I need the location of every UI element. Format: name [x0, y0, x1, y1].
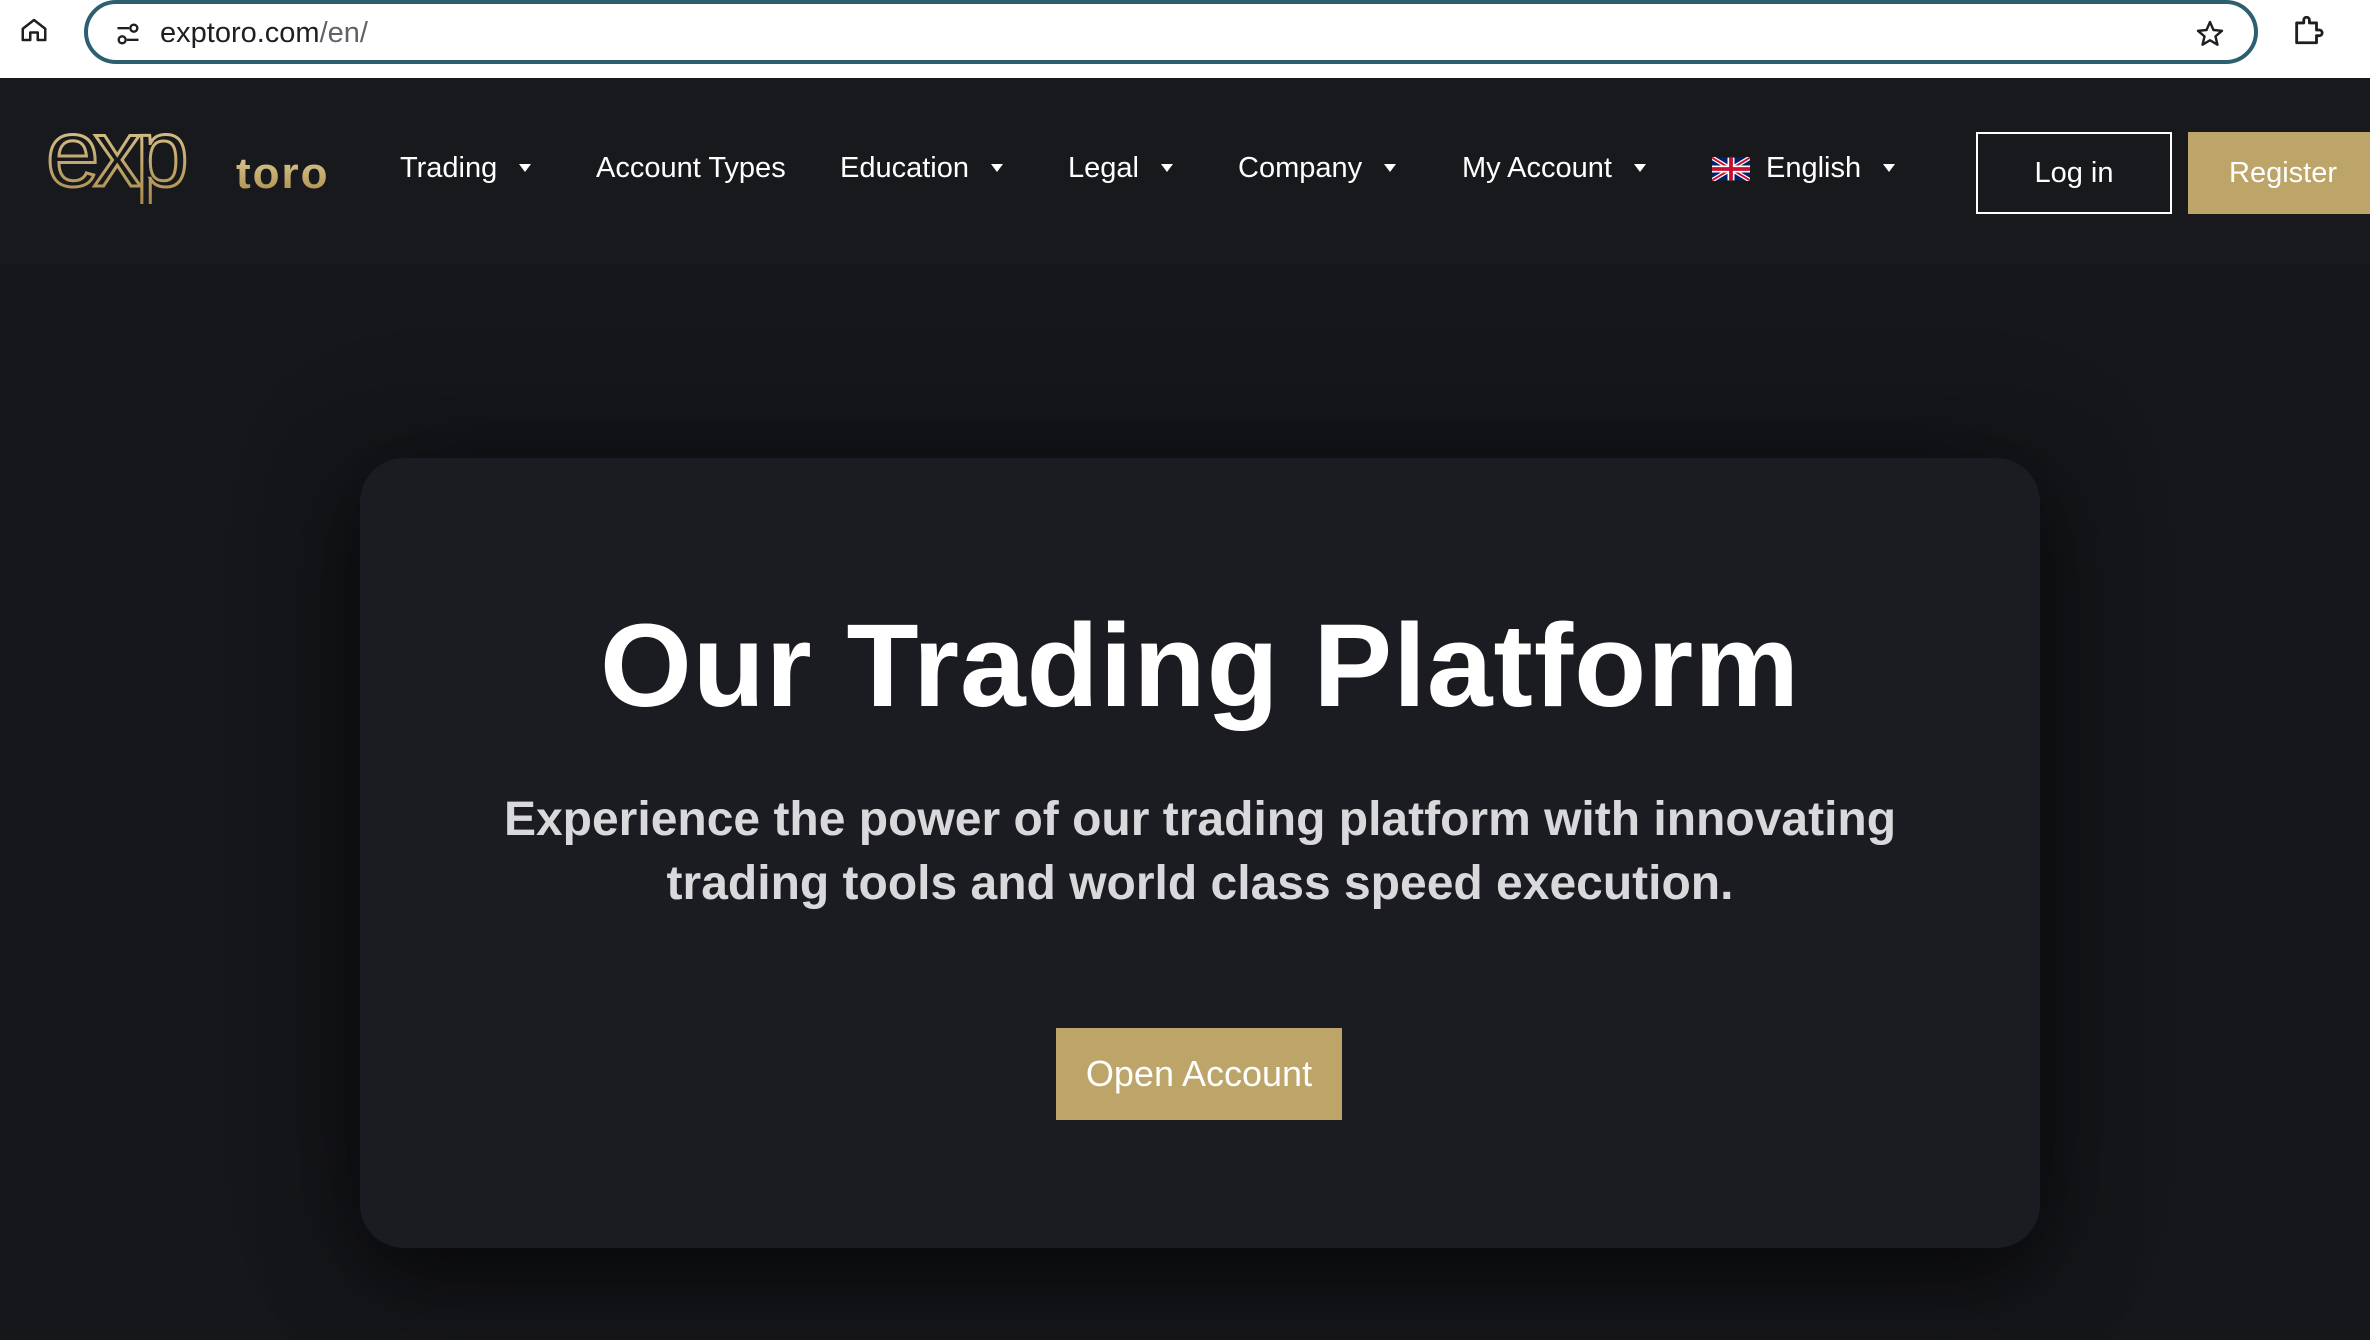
caret-down-icon — [1633, 164, 1646, 172]
hero-card: Our Trading Platform Experience the powe… — [360, 458, 2040, 1248]
open-account-button[interactable]: Open Account — [1056, 1028, 1342, 1120]
hero-title: Our Trading Platform — [599, 600, 1801, 732]
caret-down-icon — [1384, 164, 1397, 172]
nav-my-account[interactable]: My Account — [1462, 148, 1646, 188]
logo-mark-text: exp — [46, 116, 185, 204]
nav-trading-label: Trading — [400, 151, 498, 184]
nav-education[interactable]: Education — [840, 148, 1003, 188]
uk-flag-icon — [1710, 155, 1752, 183]
exptoro-logo[interactable]: exp toro — [45, 99, 336, 209]
browser-toolbar: exptoro.com/en/ — [0, 0, 2370, 78]
site-settings-icon[interactable] — [108, 14, 148, 54]
nav-education-label: Education — [840, 151, 969, 184]
url-text[interactable]: exptoro.com/en/ — [160, 17, 368, 50]
nav-company[interactable]: Company — [1238, 148, 1397, 188]
logo-word-text: toro — [236, 149, 330, 198]
nav-my-account-label: My Account — [1462, 151, 1612, 184]
nav-company-label: Company — [1238, 151, 1363, 184]
nav-language-selector[interactable]: English — [1710, 148, 1896, 188]
url-path: /en/ — [319, 17, 368, 49]
caret-down-icon — [1160, 164, 1173, 172]
nav-language-label: English — [1766, 151, 1862, 184]
bookmark-star-icon[interactable] — [2190, 14, 2230, 54]
register-button[interactable]: Register — [2188, 132, 2370, 214]
nav-trading[interactable]: Trading — [400, 148, 532, 188]
nav-account-types[interactable]: Account Types — [596, 148, 786, 188]
caret-down-icon — [991, 164, 1003, 172]
nav-legal-label: Legal — [1068, 151, 1139, 184]
nav-legal[interactable]: Legal — [1068, 148, 1173, 188]
site-navbar: exp toro Trading Account Types Education… — [0, 78, 2370, 264]
address-bar[interactable]: exptoro.com/en/ — [84, 0, 2258, 64]
home-icon[interactable] — [14, 10, 54, 50]
extensions-puzzle-icon[interactable] — [2288, 10, 2328, 50]
caret-down-icon — [519, 164, 532, 172]
nav-account-types-label: Account Types — [596, 151, 786, 184]
login-button[interactable]: Log in — [1976, 132, 2172, 214]
url-host: exptoro.com — [160, 17, 320, 49]
hero-subtitle: Experience the power of our trading plat… — [503, 793, 1897, 910]
caret-down-icon — [1883, 164, 1896, 172]
